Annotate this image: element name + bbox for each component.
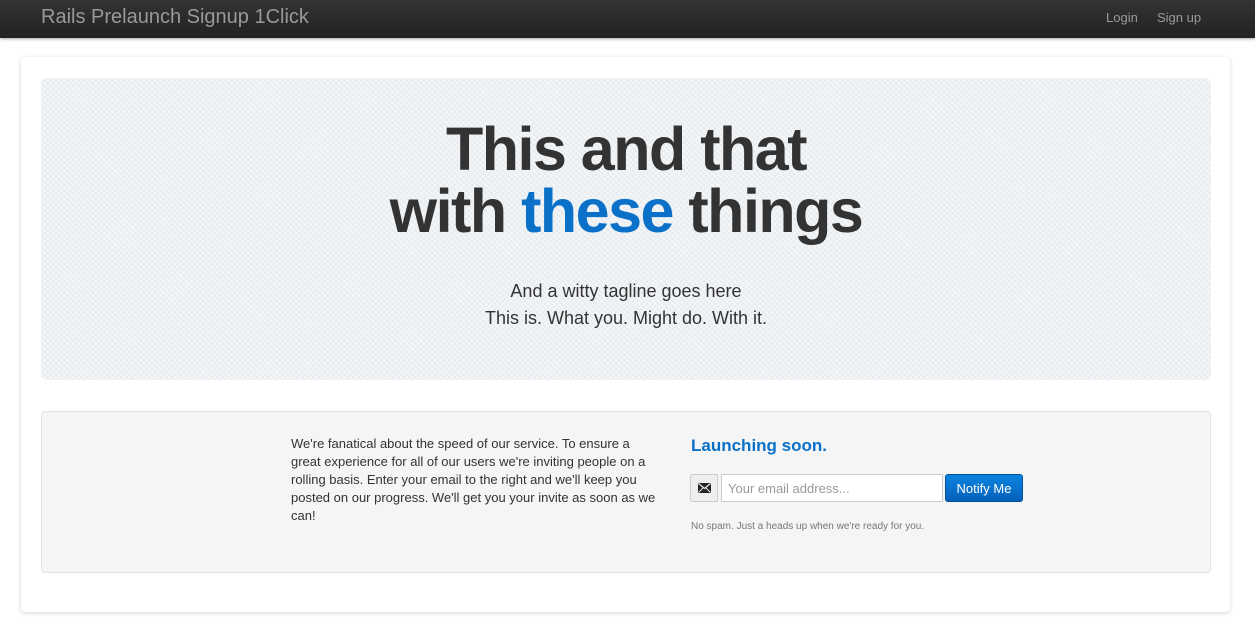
main-container: This and that with these things And a wi… — [21, 57, 1230, 612]
hero-unit: This and that with these things And a wi… — [41, 78, 1211, 380]
email-field[interactable] — [721, 474, 943, 502]
signup-panel: We're fanatical about the speed of our s… — [41, 411, 1211, 573]
hero-headline: This and that with these things — [41, 118, 1211, 242]
hero-headline-line2-end: things — [672, 177, 863, 245]
pitch-text: We're fanatical about the speed of our s… — [291, 436, 656, 523]
no-spam-note: No spam. Just a heads up when we're read… — [691, 521, 925, 532]
hero-subtagline: This is. What you. Might do. With it. — [484, 308, 768, 328]
top-navbar: Rails Prelaunch Signup 1Click Login Sign… — [0, 0, 1255, 38]
envelope-icon — [690, 474, 718, 502]
hero-headline-accent: these — [521, 177, 674, 245]
hero-headline-line2-start: with — [389, 177, 522, 245]
launching-soon-heading: Launching soon. — [691, 436, 827, 455]
nav-signup-link[interactable]: Sign up — [1157, 10, 1201, 25]
notify-me-button[interactable]: Notify Me — [945, 474, 1023, 502]
hero-headline-line1: This and that — [445, 115, 808, 183]
hero-tagline: And a witty tagline goes here — [510, 281, 742, 301]
brand-link[interactable]: Rails Prelaunch Signup 1Click — [41, 6, 309, 29]
nav-login-link[interactable]: Login — [1106, 10, 1138, 25]
